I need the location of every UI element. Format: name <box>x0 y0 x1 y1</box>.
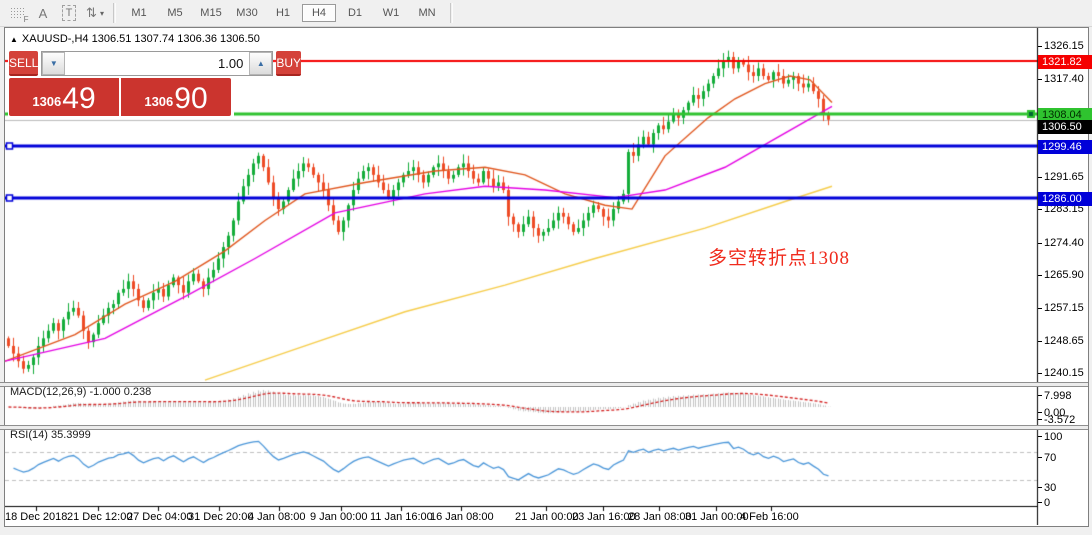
sell-price-base: 1306 <box>32 90 61 114</box>
buy-price-base: 1306 <box>144 90 173 114</box>
time-axis-label: 4 Jan 08:00 <box>248 511 306 523</box>
fibo-grid-icon[interactable]: F <box>5 3 29 23</box>
pane-splitter-rsi[interactable] <box>0 425 1088 430</box>
price-tick-label: 1291.65 <box>1044 171 1084 183</box>
time-axis-label: 27 Dec 04:00 <box>127 511 192 523</box>
time-axis-label: 16 Jan 08:00 <box>430 511 494 523</box>
tf-button-m5[interactable]: M5 <box>158 4 192 22</box>
price-line-badge: 1306.50 <box>1038 120 1092 134</box>
window-border-bottom <box>4 526 1089 527</box>
price-line-badge: 1321.82 <box>1038 55 1092 69</box>
macd-value: -1.000 <box>89 386 120 398</box>
macd-label: MACD(12,26,9) -1.000 0.238 <box>10 386 151 398</box>
macd-scale-dash <box>1038 412 1042 413</box>
price-tick-dash <box>1038 46 1042 47</box>
buy-price-quote[interactable]: 1306 90 <box>121 78 231 116</box>
price-tick-label: 1240.15 <box>1044 367 1084 379</box>
macd-scale-label: 7.998 <box>1044 390 1072 402</box>
time-axis-label: 18 Dec 2018 <box>5 511 67 523</box>
rsi-scale-label: 100 <box>1044 431 1062 443</box>
buy-price-pips: 90 <box>174 84 207 114</box>
toolbar-separator <box>450 3 453 23</box>
pane-splitter-macd[interactable] <box>0 382 1088 387</box>
one-click-trading-panel: SELL ▼ ▲ BUY 1306 49 1306 90 <box>8 50 234 117</box>
rsi-scale-dash <box>1038 436 1042 437</box>
rsi-scale-dash <box>1038 457 1042 458</box>
sell-price-pips: 49 <box>62 84 95 114</box>
volume-increase-button[interactable]: ▲ <box>249 52 272 75</box>
time-axis-label: 4 Feb 16:00 <box>740 511 799 523</box>
window-border-right <box>1088 27 1089 526</box>
time-axis-label: 28 Jan 08:00 <box>628 511 692 523</box>
price-tick-dash <box>1038 79 1042 80</box>
price-tick-label: 1326.15 <box>1044 40 1084 52</box>
price-tick-dash <box>1038 373 1042 374</box>
time-axis-label: 23 Jan 16:00 <box>572 511 636 523</box>
tf-button-mn[interactable]: MN <box>410 4 444 22</box>
rsi-scale-label: 30 <box>1044 482 1056 494</box>
time-axis-label: 21 Dec 12:00 <box>67 511 132 523</box>
toolbar: F A T ⇅▾ M1M5M15M30H1H4D1W1MN <box>0 0 1092 27</box>
time-axis-label: 11 Jan 16:00 <box>370 511 433 523</box>
rsi-scale-label: 70 <box>1044 452 1056 464</box>
symbol-info: ▲XAUUSD-,H4 1306.51 1307.74 1306.36 1306… <box>10 33 260 45</box>
price-tick-label: 1265.90 <box>1044 269 1084 281</box>
sell-button[interactable]: SELL <box>9 51 38 76</box>
macd-scale-label: -3.572 <box>1044 414 1075 426</box>
text-label-icon[interactable]: A <box>31 3 55 23</box>
tf-button-d1[interactable]: D1 <box>338 4 372 22</box>
price-tick-label: 1317.40 <box>1044 73 1084 85</box>
time-axis-label: 31 Dec 20:00 <box>188 511 253 523</box>
arrows-icon[interactable]: ⇅▾ <box>83 3 107 23</box>
price-tick-dash <box>1038 177 1042 178</box>
tf-button-h4[interactable]: H4 <box>302 4 336 22</box>
rsi-scale-dash <box>1038 502 1042 503</box>
rsi-label: RSI(14) 35.3999 <box>10 429 91 441</box>
chart-annotation-text: 多空转折点1308 <box>708 243 850 270</box>
volume-input[interactable] <box>65 52 249 75</box>
rsi-scale-label: 0 <box>1044 497 1050 509</box>
tf-button-m1[interactable]: M1 <box>122 4 156 22</box>
chevron-down-icon[interactable]: ▾ <box>100 9 104 18</box>
mt4-window: F A T ⇅▾ M1M5M15M30H1H4D1W1MN ▲XAUUSD-,H… <box>0 0 1092 535</box>
tf-button-h1[interactable]: H1 <box>266 4 300 22</box>
price-tick-dash <box>1038 308 1042 309</box>
toolbar-separator <box>113 3 116 23</box>
buy-button[interactable]: BUY <box>276 51 301 76</box>
price-tick-label: 1248.65 <box>1044 335 1084 347</box>
sell-price-quote[interactable]: 1306 49 <box>9 78 119 116</box>
rsi-value: 35.3999 <box>51 429 91 441</box>
symbol-triangle-icon: ▲ <box>10 35 18 44</box>
time-axis-label: 21 Jan 00:00 <box>515 511 579 523</box>
price-line-badge: 1286.00 <box>1038 192 1092 206</box>
timeframe-buttons: M1M5M15M30H1H4D1W1MN <box>121 0 445 26</box>
price-tick-dash <box>1038 209 1042 210</box>
tf-button-w1[interactable]: W1 <box>374 4 408 22</box>
price-tick-dash <box>1038 275 1042 276</box>
price-tick-label: 1274.40 <box>1044 237 1084 249</box>
price-line-badge: 1299.46 <box>1038 140 1092 154</box>
rsi-scale-dash <box>1038 487 1042 488</box>
text-box-icon[interactable]: T <box>57 3 81 23</box>
time-axis-label: 9 Jan 00:00 <box>310 511 368 523</box>
tf-button-m30[interactable]: M30 <box>230 4 264 22</box>
macd-scale-dash <box>1038 395 1042 396</box>
volume-decrease-button[interactable]: ▼ <box>42 52 65 75</box>
macd-signal-value: 0.238 <box>124 386 152 398</box>
price-tick-dash <box>1038 243 1042 244</box>
tf-button-m15[interactable]: M15 <box>194 4 228 22</box>
price-tick-dash <box>1038 341 1042 342</box>
price-tick-label: 1257.15 <box>1044 302 1084 314</box>
macd-scale-dash <box>1038 419 1042 420</box>
